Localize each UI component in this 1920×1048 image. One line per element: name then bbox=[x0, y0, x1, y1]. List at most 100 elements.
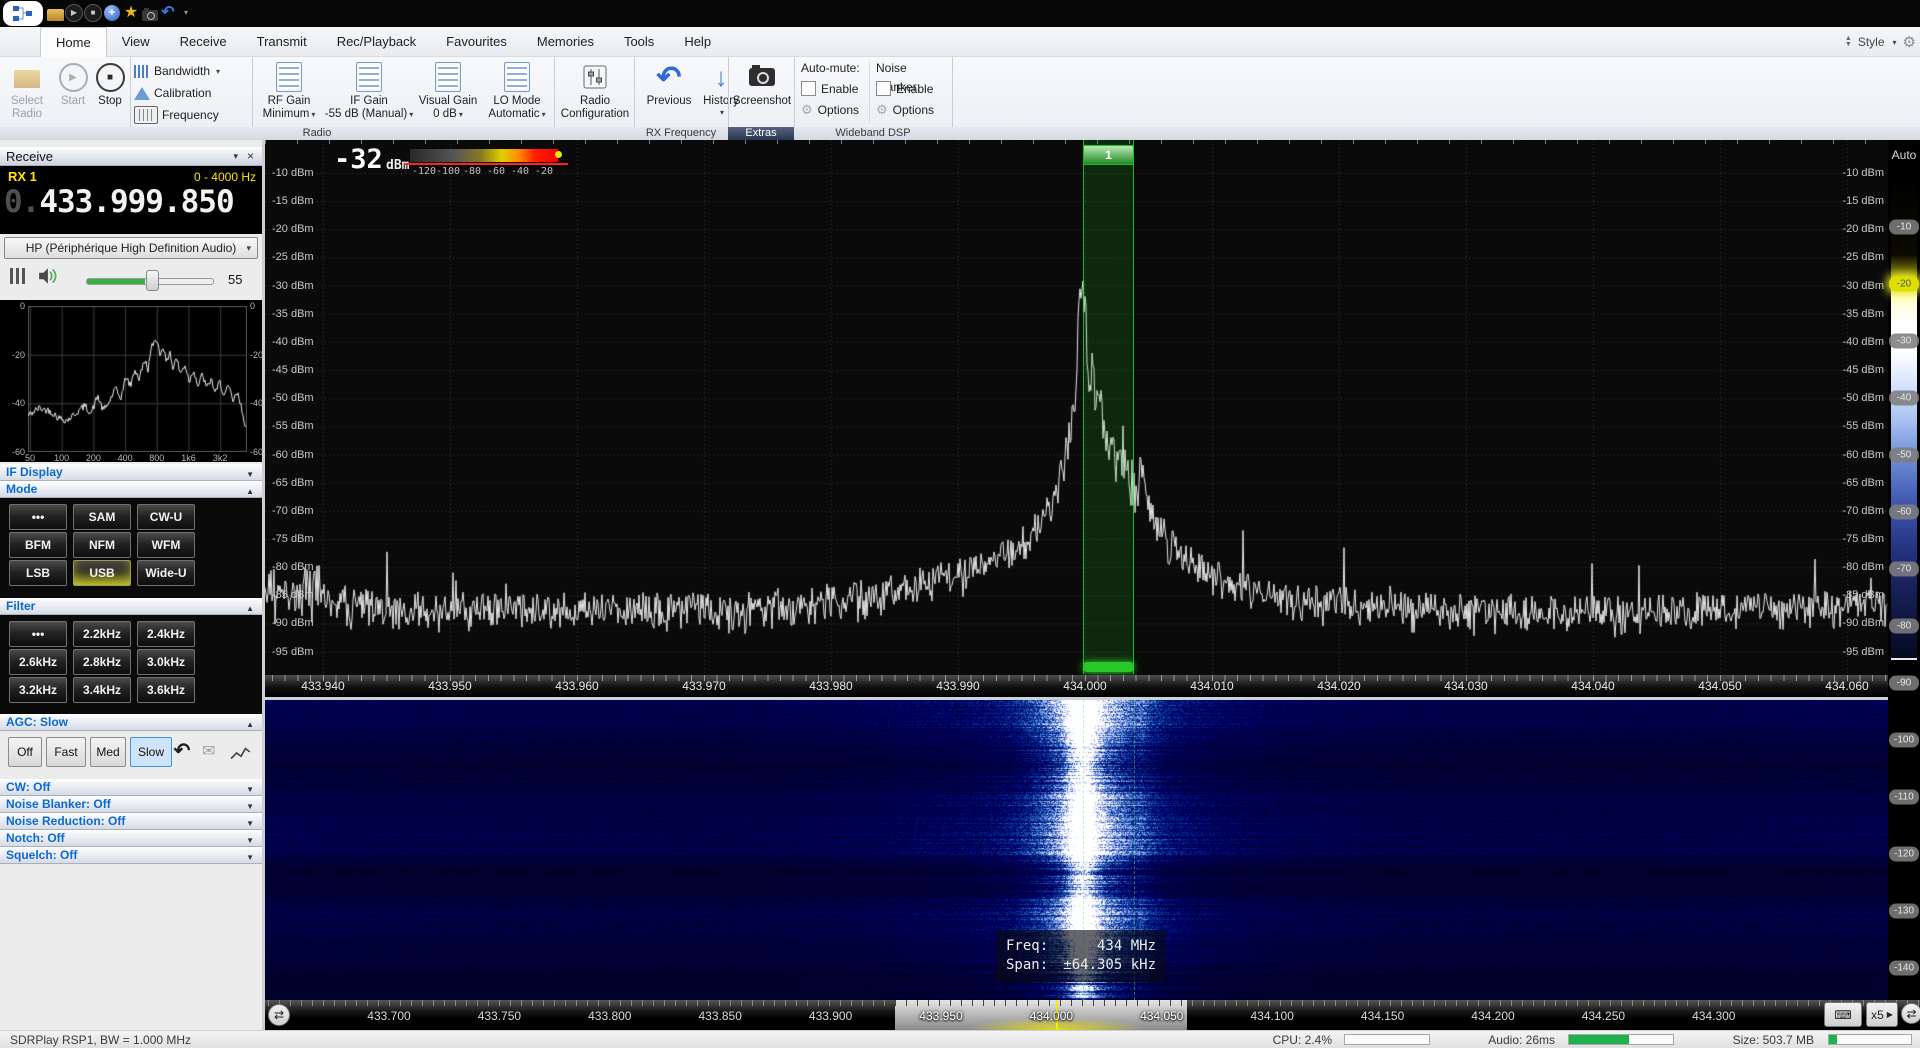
tab-favourites[interactable]: Favourites bbox=[431, 27, 522, 57]
palette-gradient-bar[interactable] bbox=[1891, 178, 1917, 660]
section-noise-blanker[interactable]: Noise Blanker: Off ▼ bbox=[0, 796, 262, 813]
qat-undo-icon[interactable]: ↶ bbox=[159, 3, 177, 23]
tab-view[interactable]: View bbox=[107, 27, 165, 57]
agc-undo-icon[interactable]: ↶ bbox=[168, 737, 196, 767]
previous-frequency-button[interactable]: ↶ Previous bbox=[640, 59, 698, 125]
palette-tick--10[interactable]: -10 bbox=[1889, 219, 1919, 235]
agc-button-fast[interactable]: Fast bbox=[46, 737, 86, 767]
filter-button-2.4khz[interactable]: 2.4kHz bbox=[137, 621, 195, 647]
mode-button-bfm[interactable]: BFM bbox=[9, 532, 67, 558]
palette-tick--130[interactable]: -130 bbox=[1889, 903, 1919, 919]
tab-recplayback[interactable]: Rec/Playback bbox=[322, 27, 431, 57]
agc-button-slow[interactable]: Slow bbox=[130, 737, 172, 767]
mode-button-wide-u[interactable]: Wide-U bbox=[137, 560, 195, 586]
calibration-button[interactable]: Calibration bbox=[134, 84, 211, 102]
mode-button-more[interactable]: ••• bbox=[9, 504, 67, 530]
section-mode[interactable]: Mode ▲ bbox=[0, 481, 262, 498]
rx-band-bottom-marker[interactable] bbox=[1083, 662, 1134, 672]
qat-screenshot-icon[interactable] bbox=[141, 3, 159, 23]
style-button[interactable]: Style bbox=[1858, 35, 1885, 49]
agc-button-off[interactable]: Off bbox=[8, 737, 42, 767]
mode-button-wfm[interactable]: WFM bbox=[137, 532, 195, 558]
volume-slider-thumb[interactable] bbox=[146, 270, 159, 291]
rx-band-marker-tab[interactable]: 1 bbox=[1083, 145, 1134, 165]
speaker-icon[interactable] bbox=[38, 267, 60, 285]
settings-gear-icon[interactable]: ⚙ bbox=[1903, 33, 1916, 51]
section-notch[interactable]: Notch: Off ▼ bbox=[0, 830, 262, 847]
qat-customize-caret-icon[interactable]: ▾ bbox=[177, 3, 195, 23]
start-button[interactable]: ▶ Start bbox=[55, 59, 91, 125]
section-if-display[interactable]: IF Display ▼ bbox=[0, 464, 262, 481]
qat-stop-icon[interactable]: ■ bbox=[84, 3, 102, 23]
palette-tick--100[interactable]: -100 bbox=[1889, 732, 1919, 748]
palette-tick--140[interactable]: -140 bbox=[1889, 960, 1919, 976]
palette-tick--80[interactable]: -80 bbox=[1889, 618, 1919, 634]
section-cw[interactable]: CW: Off ▼ bbox=[0, 779, 262, 796]
tuned-frequency-value[interactable]: 0.433.999.850 bbox=[4, 184, 235, 220]
audio-device-select[interactable]: HP (Périphérique High Definition Audio) … bbox=[4, 237, 258, 259]
rf-gain-button[interactable]: RF Gain Minimum ▾ bbox=[256, 59, 322, 125]
filter-button-2.6khz[interactable]: 2.6kHz bbox=[9, 649, 67, 675]
palette-tick--40[interactable]: -40 bbox=[1889, 390, 1919, 406]
zoom-button[interactable]: x5 ▶ bbox=[1866, 1002, 1898, 1027]
equalizer-icon[interactable] bbox=[10, 268, 26, 284]
qat-add-icon[interactable]: + bbox=[103, 3, 121, 23]
palette-auto-button[interactable]: Auto bbox=[1888, 148, 1920, 162]
palette-tick--50[interactable]: -50 bbox=[1889, 447, 1919, 463]
mode-button-cw-u[interactable]: CW-U bbox=[137, 504, 195, 530]
agc-graph-icon[interactable] bbox=[230, 744, 252, 762]
frequency-entry-button[interactable]: ⌨ bbox=[1824, 1002, 1862, 1027]
palette-tick--120[interactable]: -120 bbox=[1889, 846, 1919, 862]
agc-envelope-icon[interactable]: ✉ bbox=[202, 741, 215, 761]
select-radio-button[interactable]: Select Radio bbox=[2, 59, 52, 125]
auto-mute-options-button[interactable]: ⚙ Options bbox=[801, 99, 865, 120]
tab-home[interactable]: Home bbox=[40, 27, 107, 58]
filter-button-more[interactable]: ••• bbox=[9, 621, 67, 647]
stop-button[interactable]: ■ Stop bbox=[92, 59, 128, 125]
palette-tick--90[interactable]: -90 bbox=[1889, 675, 1919, 691]
mode-button-lsb[interactable]: LSB bbox=[9, 560, 67, 586]
audio-spectrum-chart[interactable] bbox=[28, 306, 247, 452]
mode-button-nfm[interactable]: NFM bbox=[73, 532, 131, 558]
tab-transmit[interactable]: Transmit bbox=[242, 27, 322, 57]
radio-configuration-button[interactable]: Radio Configuration bbox=[558, 59, 632, 125]
palette-tick--110[interactable]: -110 bbox=[1889, 789, 1919, 805]
app-logo-button[interactable] bbox=[3, 1, 43, 26]
visual-gain-button[interactable]: Visual Gain 0 dB ▾ bbox=[416, 59, 480, 125]
filter-button-2.8khz[interactable]: 2.8kHz bbox=[73, 649, 131, 675]
if-gain-button[interactable]: IF Gain -55 dB (Manual) ▾ bbox=[324, 59, 414, 125]
screenshot-button[interactable]: Screenshot bbox=[732, 59, 792, 125]
spin-chevrons-icon[interactable]: ▲ ▼ bbox=[1845, 35, 1852, 48]
panel-close-icon[interactable]: × bbox=[247, 147, 254, 166]
qat-favourite-icon[interactable]: ★ bbox=[122, 3, 140, 23]
filter-button-3.2khz[interactable]: 3.2kHz bbox=[9, 677, 67, 703]
filter-button-3.6khz[interactable]: 3.6kHz bbox=[137, 677, 195, 703]
section-filter[interactable]: Filter ▲ bbox=[0, 598, 262, 615]
filter-button-3.0khz[interactable]: 3.0kHz bbox=[137, 649, 195, 675]
qat-folder-icon[interactable] bbox=[46, 3, 64, 23]
palette-tick--60[interactable]: -60 bbox=[1889, 504, 1919, 520]
tab-help[interactable]: Help bbox=[669, 27, 726, 57]
rx-band-region[interactable] bbox=[1083, 140, 1134, 674]
noise-blanker-options-button[interactable]: ⚙ Options bbox=[876, 99, 948, 120]
spectrum-display[interactable] bbox=[265, 140, 1888, 675]
mode-button-usb[interactable]: USB bbox=[73, 560, 131, 586]
palette-tick--30[interactable]: -30 bbox=[1889, 333, 1919, 349]
lo-mode-button[interactable]: LO Mode Automatic ▾ bbox=[484, 59, 550, 125]
agc-button-med[interactable]: Med bbox=[90, 737, 126, 767]
tab-tools[interactable]: Tools bbox=[609, 27, 669, 57]
auto-mute-enable-checkbox[interactable]: Enable bbox=[801, 78, 865, 99]
bandwidth-button[interactable]: Bandwidth ▾ bbox=[134, 62, 220, 80]
tab-memories[interactable]: Memories bbox=[522, 27, 609, 57]
palette-tick--20[interactable]: -20 bbox=[1889, 276, 1919, 292]
section-agc[interactable]: AGC: Slow ▲ bbox=[0, 714, 262, 731]
scale-shift-button-right[interactable]: ⇄ bbox=[1901, 1003, 1920, 1024]
panel-pin-icon[interactable]: ▾ bbox=[233, 147, 238, 166]
palette-tick--70[interactable]: -70 bbox=[1889, 561, 1919, 577]
qat-start-icon[interactable]: ▶ bbox=[65, 3, 83, 23]
tab-receive[interactable]: Receive bbox=[165, 27, 242, 57]
section-noise-reduction[interactable]: Noise Reduction: Off ▼ bbox=[0, 813, 262, 830]
receive-panel-header[interactable]: Receive ▾ × bbox=[0, 147, 262, 166]
filter-button-3.4khz[interactable]: 3.4kHz bbox=[73, 677, 131, 703]
frequency-button[interactable]: Frequency bbox=[134, 106, 219, 124]
